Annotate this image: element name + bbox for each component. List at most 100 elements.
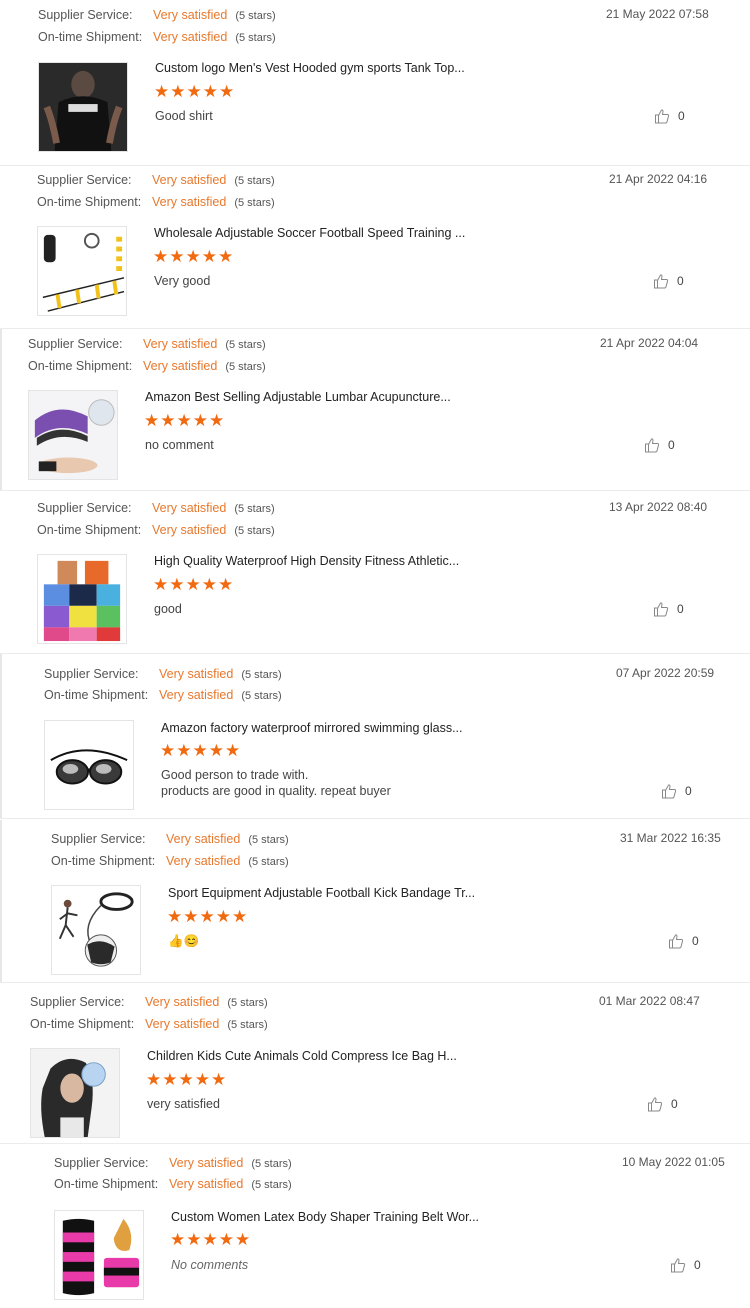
ontime-shipment-stars: (5 stars) [248, 856, 289, 868]
like-button[interactable]: 0 [647, 1096, 678, 1112]
supplier-service-value: Very satisfied [169, 1156, 244, 1170]
waist-trainer-image[interactable] [54, 1210, 144, 1300]
ontime-shipment-row: On-time Shipment: Very satisfied (5 stars) [54, 1175, 292, 1193]
ontime-shipment-row: On-time Shipment: Very satisfied (5 stars) [30, 1015, 268, 1033]
like-button[interactable]: 0 [644, 437, 675, 453]
like-button[interactable]: 0 [668, 933, 699, 949]
supplier-service-row: Supplier Service: Very satisfied (5 stars) [51, 830, 289, 848]
supplier-service-stars: (5 stars) [235, 10, 276, 22]
review-card: Supplier Service: Very satisfied (5 stars)… [0, 1144, 750, 1308]
review-comment: Good shirt [155, 109, 213, 123]
supplier-service-value: Very satisfied [166, 832, 241, 846]
ontime-shipment-value: Very satisfied [145, 1017, 220, 1031]
ontime-shipment-value: Very satisfied [152, 523, 227, 537]
review-comment: good [154, 602, 182, 616]
review-date: 13 Apr 2022 08:40 [609, 500, 708, 514]
supplier-service-label: Supplier Service: [44, 667, 139, 681]
supplier-service-value: Very satisfied [152, 501, 227, 515]
rating-stars: ★★★★★ [167, 907, 249, 926]
supplier-service-stars: (5 stars) [241, 669, 282, 681]
product-title-link[interactable]: Amazon Best Selling Adjustable Lumbar Ac… [145, 390, 451, 404]
supplier-service-label: Supplier Service: [37, 173, 132, 187]
like-count: 0 [692, 934, 699, 948]
ontime-shipment-stars: (5 stars) [234, 197, 275, 209]
left-border [0, 329, 2, 490]
ontime-shipment-label: On-time Shipment: [44, 688, 149, 702]
left-border [0, 820, 2, 982]
review-card: Supplier Service: Very satisfied (5 stars)… [0, 329, 750, 490]
ontime-shipment-value: Very satisfied [143, 359, 218, 373]
like-button[interactable]: 0 [661, 783, 692, 799]
product-title-link[interactable]: Custom Women Latex Body Shaper Training … [171, 1210, 479, 1224]
back-stretcher-image[interactable] [28, 390, 118, 480]
like-count: 0 [685, 784, 692, 798]
like-count: 0 [677, 274, 684, 288]
swim-goggles-image[interactable] [44, 720, 134, 810]
thumbs-up-icon [654, 274, 669, 289]
review-comment: no comment [145, 438, 214, 452]
review-comment: No comments [171, 1258, 249, 1272]
like-button[interactable]: 0 [653, 601, 684, 617]
thumbs-up-icon [654, 602, 669, 617]
supplier-service-row: Supplier Service: Very satisfied (5 stars) [37, 171, 275, 189]
ontime-shipment-stars: (5 stars) [227, 1019, 268, 1031]
supplier-service-value: Very satisfied [143, 337, 218, 351]
review-card: Supplier Service: Very satisfied (5 stars)… [0, 0, 750, 165]
review-comment: Good person to trade with. [161, 768, 309, 782]
product-title-link[interactable]: High Quality Waterproof High Density Fit… [154, 554, 459, 568]
supplier-service-value: Very satisfied [153, 8, 228, 22]
ontime-shipment-value: Very satisfied [169, 1177, 244, 1191]
supplier-service-row: Supplier Service: Very satisfied (5 stars) [44, 665, 282, 683]
like-count: 0 [677, 602, 684, 616]
rating-stars: ★★★★★ [160, 741, 242, 760]
product-title-link[interactable]: Amazon factory waterproof mirrored swimm… [161, 721, 462, 735]
supplier-service-stars: (5 stars) [248, 834, 289, 846]
thumbs-up-icon [648, 1097, 663, 1112]
supplier-service-value: Very satisfied [159, 667, 234, 681]
ontime-shipment-label: On-time Shipment: [54, 1177, 159, 1191]
product-title-link[interactable]: Custom logo Men's Vest Hooded gym sports… [155, 61, 465, 75]
supplier-service-row: Supplier Service: Very satisfied (5 stars) [54, 1154, 292, 1172]
thumbs-up-icon [645, 438, 660, 453]
ontime-shipment-row: On-time Shipment: Very satisfied (5 stars) [38, 28, 276, 46]
ontime-shipment-value: Very satisfied [159, 688, 234, 702]
ontime-shipment-value: Very satisfied [166, 854, 241, 868]
review-date: 21 Apr 2022 04:16 [609, 172, 708, 186]
ontime-shipment-label: On-time Shipment: [37, 523, 142, 537]
agility-ladder-image[interactable] [37, 226, 127, 316]
supplier-service-value: Very satisfied [145, 995, 220, 1009]
left-border [0, 654, 2, 818]
ontime-shipment-row: On-time Shipment: Very satisfied (5 stars) [37, 521, 275, 539]
supplier-service-label: Supplier Service: [30, 995, 125, 1009]
ontime-shipment-value: Very satisfied [153, 30, 228, 44]
product-title-link[interactable]: Children Kids Cute Animals Cold Compress… [147, 1049, 457, 1063]
kick-trainer-image[interactable] [51, 885, 141, 975]
review-date: 31 Mar 2022 16:35 [620, 831, 721, 845]
review-card: Supplier Service: Very satisfied (5 stars)… [0, 820, 750, 982]
ontime-shipment-stars: (5 stars) [235, 32, 276, 44]
like-button[interactable]: 0 [654, 108, 685, 124]
ontime-shipment-stars: (5 stars) [251, 1179, 292, 1191]
review-card: Supplier Service: Very satisfied (5 stars)… [0, 983, 750, 1143]
review-comment-line2: products are good in quality. repeat buy… [161, 784, 391, 798]
product-title-link[interactable]: Sport Equipment Adjustable Football Kick… [168, 886, 475, 900]
review-date: 10 May 2022 01:05 [622, 1155, 725, 1169]
like-button[interactable]: 0 [653, 273, 684, 289]
rating-stars: ★★★★★ [146, 1070, 228, 1089]
supplier-service-label: Supplier Service: [38, 8, 133, 22]
supplier-service-stars: (5 stars) [227, 997, 268, 1009]
rating-stars: ★★★★★ [170, 1230, 252, 1249]
review-card: Supplier Service: Very satisfied (5 stars)… [0, 491, 750, 653]
like-button[interactable]: 0 [670, 1257, 701, 1273]
review-card: Supplier Service: Very satisfied (5 stars)… [0, 654, 750, 818]
ice-bag-image[interactable] [30, 1048, 120, 1138]
athletic-tape-rolls-image[interactable] [37, 554, 127, 644]
thumbs-up-icon [669, 934, 684, 949]
supplier-service-row: Supplier Service: Very satisfied (5 stars) [30, 993, 268, 1011]
review-card: Supplier Service: Very satisfied (5 stars)… [0, 166, 750, 328]
ontime-shipment-row: On-time Shipment: Very satisfied (5 stars) [51, 852, 289, 870]
ontime-shipment-row: On-time Shipment: Very satisfied (5 stars) [28, 357, 266, 375]
black-tank-top-image[interactable] [38, 62, 128, 152]
supplier-service-row: Supplier Service: Very satisfied (5 stars) [38, 6, 276, 24]
product-title-link[interactable]: Wholesale Adjustable Soccer Football Spe… [154, 226, 465, 240]
